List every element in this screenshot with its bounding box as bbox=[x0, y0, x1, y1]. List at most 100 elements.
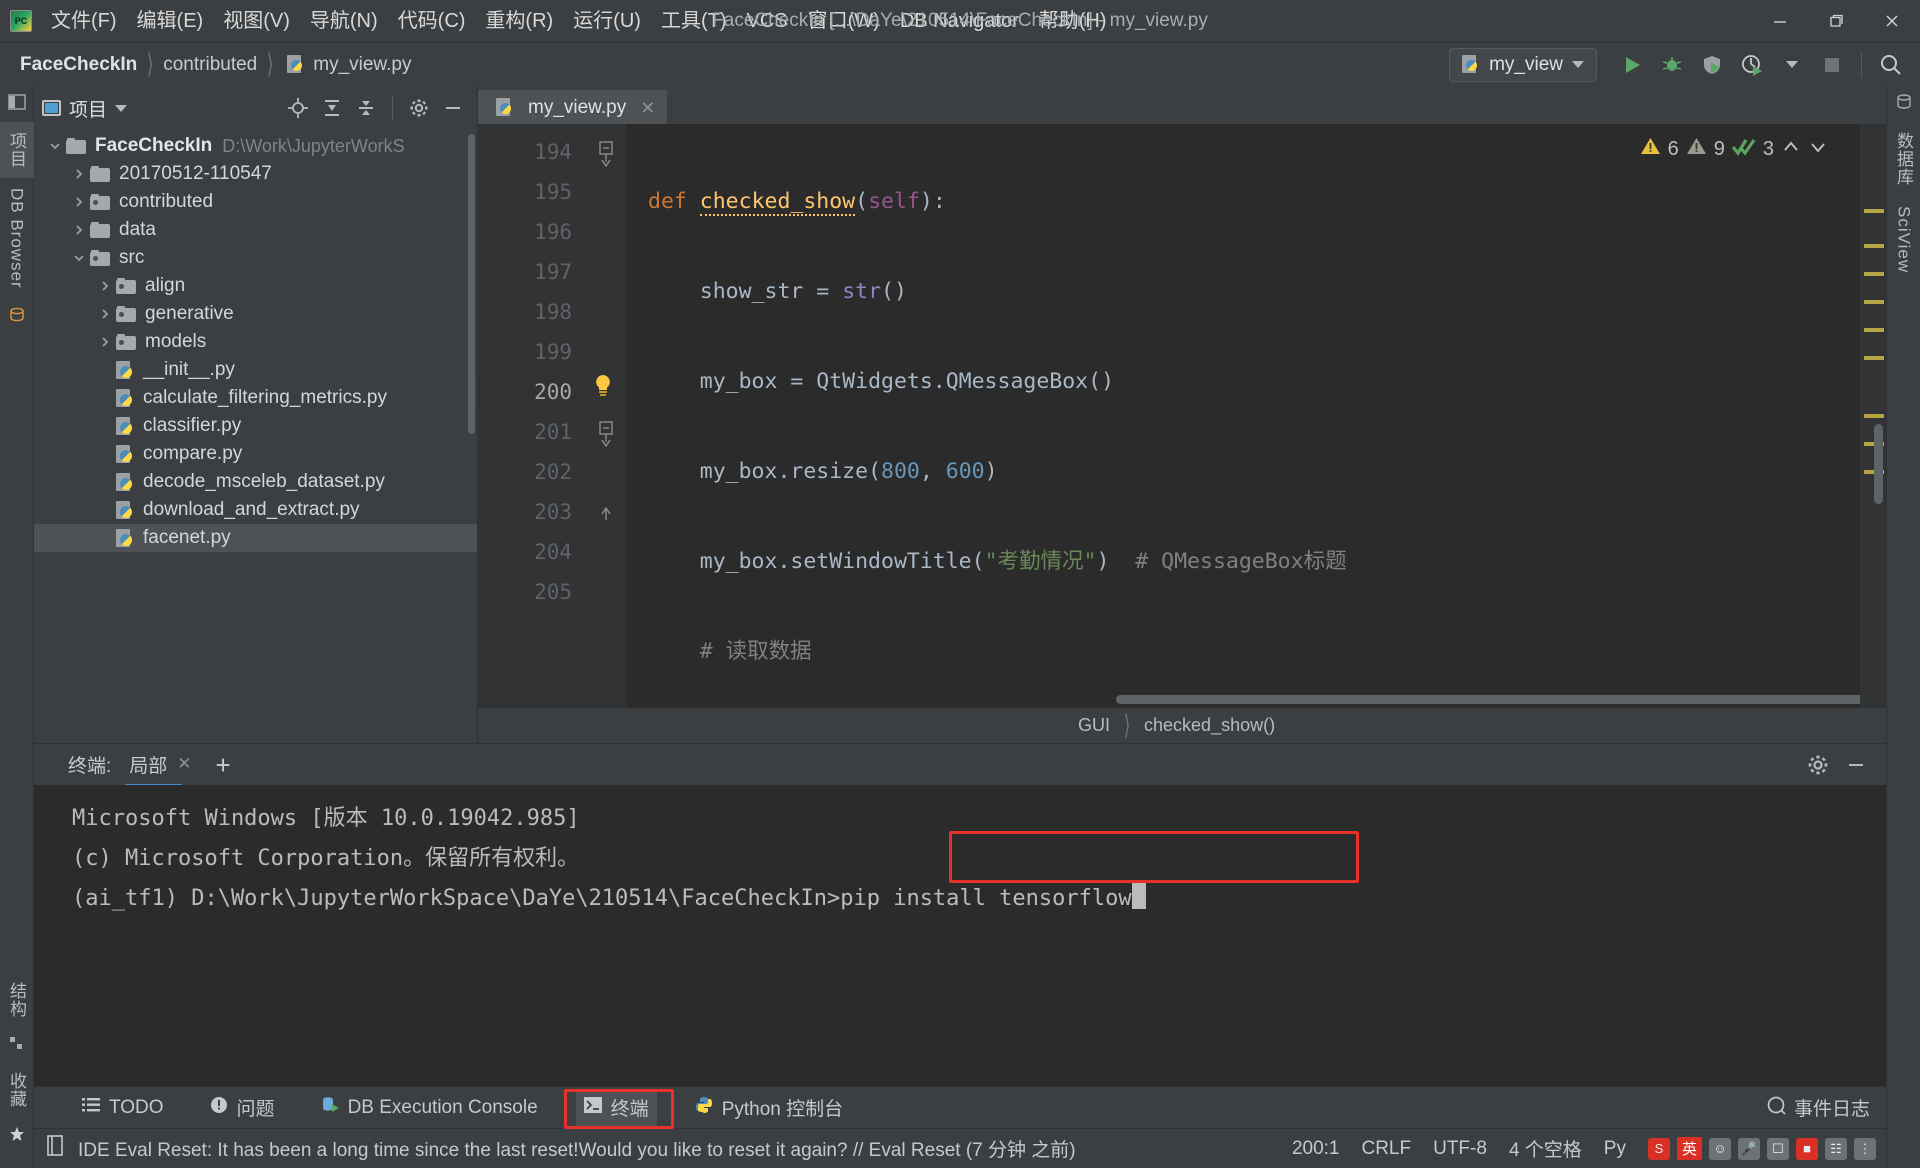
chevron-down-icon[interactable] bbox=[1808, 137, 1828, 163]
close-icon[interactable] bbox=[1864, 0, 1920, 42]
menu-code[interactable]: 代码(C) bbox=[389, 6, 475, 36]
sidebar-item-sciview[interactable]: SciView bbox=[1888, 196, 1920, 283]
tree-item-src[interactable]: src bbox=[34, 244, 477, 272]
project-tree[interactable]: FaceCheckIn D:\Work\JupyterWorkS 2017051… bbox=[34, 130, 477, 743]
tray-sogou-icon[interactable]: S bbox=[1647, 1137, 1670, 1160]
file-encoding[interactable]: UTF-8 bbox=[1433, 1138, 1487, 1160]
project-scrollbar[interactable] bbox=[468, 134, 475, 434]
gear-icon[interactable] bbox=[1802, 749, 1834, 781]
menu-run[interactable]: 运行(U) bbox=[564, 6, 650, 36]
menu-vcs[interactable]: VCS bbox=[738, 6, 797, 36]
terminal-output[interactable]: Microsoft Windows [版本 10.0.19042.985] (c… bbox=[34, 785, 1886, 1086]
hide-icon[interactable] bbox=[437, 92, 469, 124]
tree-item-data[interactable]: data bbox=[34, 216, 477, 244]
restore-icon[interactable] bbox=[1808, 0, 1864, 42]
tree-item-contributed[interactable]: contributed bbox=[34, 188, 477, 216]
editor-horizontal-scrollbar[interactable] bbox=[1116, 695, 1860, 704]
inspection-widget[interactable]: 6 9 3 bbox=[1640, 136, 1828, 163]
error-stripe-marks[interactable] bbox=[1860, 124, 1886, 707]
code-editor[interactable]: 194 195 196 197 198 199 200 201 202 203 … bbox=[478, 124, 1886, 707]
collapse-all-icon[interactable] bbox=[350, 92, 382, 124]
breadcrumb-item-file[interactable]: my_view.py bbox=[311, 52, 413, 78]
menu-view[interactable]: 视图(V) bbox=[214, 6, 299, 36]
close-icon[interactable]: ✕ bbox=[177, 754, 191, 774]
terminal-prompt-line[interactable]: (ai_tf1) D:\Work\JupyterWorkSpace\DaYe\2… bbox=[72, 879, 1886, 919]
run-with-coverage-button[interactable] bbox=[1693, 46, 1731, 84]
close-icon[interactable]: ✕ bbox=[640, 98, 655, 119]
chevron-right-icon[interactable] bbox=[94, 336, 116, 348]
tree-item-calculate-filtering-metrics-py[interactable]: calculate_filtering_metrics.py bbox=[34, 384, 477, 412]
indent-setting[interactable]: 4 个空格 bbox=[1509, 1135, 1582, 1162]
project-pane-title[interactable]: 项目 bbox=[42, 95, 128, 122]
tray-emoji-icon[interactable]: ☺ bbox=[1709, 1137, 1731, 1160]
tree-item-classifier-py[interactable]: classifier.py bbox=[34, 412, 477, 440]
tree-item-align[interactable]: align bbox=[34, 272, 477, 300]
breadcrumb-class[interactable]: GUI bbox=[1078, 715, 1110, 736]
chevron-right-icon[interactable] bbox=[68, 168, 90, 180]
tree-item-download-and-extract-py[interactable]: download_and_extract.py bbox=[34, 496, 477, 524]
terminal-command-wrap[interactable]: pip install tensorflow bbox=[840, 879, 1146, 919]
plus-icon[interactable]: + bbox=[210, 752, 237, 778]
chevron-right-icon[interactable] bbox=[94, 308, 116, 320]
chevron-right-icon[interactable] bbox=[68, 224, 90, 236]
tree-item-decode-msceleb-dataset-py[interactable]: decode_msceleb_dataset.py bbox=[34, 468, 477, 496]
tool-window-python-console[interactable]: Python 控制台 bbox=[687, 1089, 851, 1126]
menu-db-navigator[interactable]: DB Navigator bbox=[891, 6, 1028, 36]
sidebar-item-project[interactable]: 项目 bbox=[0, 122, 35, 178]
tray-more-icon[interactable]: ⋮ bbox=[1854, 1137, 1876, 1160]
run-button[interactable] bbox=[1613, 46, 1651, 84]
sidebar-item-database[interactable]: 数据库 bbox=[1885, 122, 1920, 196]
debug-button[interactable] bbox=[1653, 46, 1691, 84]
notification-message[interactable]: IDE Eval Reset: It has been a long time … bbox=[78, 1135, 1076, 1162]
code-folding-gutter[interactable] bbox=[586, 124, 626, 707]
lightbulb-icon[interactable] bbox=[590, 372, 616, 398]
menu-navigate[interactable]: 导航(N) bbox=[301, 6, 387, 36]
chevron-right-icon[interactable] bbox=[94, 280, 116, 292]
tray-mic-icon[interactable]: 🎤 bbox=[1738, 1137, 1760, 1160]
minimize-icon[interactable] bbox=[1752, 0, 1808, 42]
chevron-right-icon[interactable] bbox=[68, 196, 90, 208]
tray-ime-icon[interactable]: 英 bbox=[1676, 1137, 1702, 1160]
expand-all-icon[interactable] bbox=[316, 92, 348, 124]
search-everywhere-icon[interactable] bbox=[1872, 46, 1910, 84]
menu-file[interactable]: 文件(F) bbox=[42, 6, 126, 36]
tray-grid-icon[interactable]: ☷ bbox=[1825, 1137, 1847, 1160]
python-interpreter[interactable]: Py bbox=[1604, 1138, 1626, 1160]
editor-tab-my-view-py[interactable]: my_view.py ✕ bbox=[478, 90, 668, 124]
editor-vertical-scrollbar[interactable] bbox=[1874, 424, 1883, 504]
chevron-up-icon[interactable] bbox=[1781, 137, 1801, 163]
tray-camera-icon[interactable]: ☐ bbox=[1767, 1137, 1789, 1160]
tool-window-terminal[interactable]: 终端 bbox=[575, 1089, 657, 1126]
run-configuration-selector[interactable]: my_view bbox=[1449, 47, 1597, 82]
tree-item-models[interactable]: models bbox=[34, 328, 477, 356]
chevron-down-icon[interactable] bbox=[115, 104, 128, 112]
code-text[interactable]: def checked_show(self): show_str = str()… bbox=[626, 124, 1860, 707]
sidebar-item-db-browser[interactable]: DB Browser bbox=[1, 178, 33, 299]
sidebar-item-structure[interactable]: 结构 bbox=[0, 972, 35, 1028]
profile-button[interactable] bbox=[1733, 46, 1771, 84]
hide-icon[interactable] bbox=[1840, 749, 1872, 781]
menu-help[interactable]: 帮助(H) bbox=[1030, 6, 1116, 36]
breadcrumb-item-project[interactable]: FaceCheckIn bbox=[18, 52, 139, 78]
menu-window[interactable]: 窗口(W) bbox=[799, 6, 889, 36]
tool-window-todo[interactable]: TODO bbox=[74, 1092, 172, 1124]
menu-edit[interactable]: 编辑(E) bbox=[128, 6, 213, 36]
tree-item-20170512[interactable]: 20170512-110547 bbox=[34, 160, 477, 188]
line-separator[interactable]: CRLF bbox=[1361, 1138, 1411, 1160]
tree-item-facenet-py[interactable]: facenet.py bbox=[34, 524, 477, 552]
sidebar-item-favorites[interactable]: 收藏 bbox=[0, 1062, 35, 1118]
caret-position[interactable]: 200:1 bbox=[1292, 1138, 1340, 1160]
tree-item-compare-py[interactable]: compare.py bbox=[34, 440, 477, 468]
menu-refactor[interactable]: 重构(R) bbox=[476, 6, 562, 36]
tree-item-init-py[interactable]: __init__.py bbox=[34, 356, 477, 384]
more-dropdown-icon[interactable] bbox=[1773, 46, 1811, 84]
chevron-down-icon[interactable] bbox=[44, 140, 66, 152]
breadcrumb-method[interactable]: checked_show() bbox=[1144, 715, 1275, 736]
tool-window-db-execution-console[interactable]: DB Execution Console bbox=[313, 1091, 546, 1125]
breadcrumb-item-contributed[interactable]: contributed bbox=[161, 52, 259, 78]
gear-icon[interactable] bbox=[403, 92, 435, 124]
tree-item-generative[interactable]: generative bbox=[34, 300, 477, 328]
tool-window-problems[interactable]: 问题 bbox=[202, 1089, 283, 1126]
select-opened-file-icon[interactable] bbox=[282, 92, 314, 124]
event-log-button[interactable]: 事件日志 bbox=[1766, 1094, 1886, 1121]
